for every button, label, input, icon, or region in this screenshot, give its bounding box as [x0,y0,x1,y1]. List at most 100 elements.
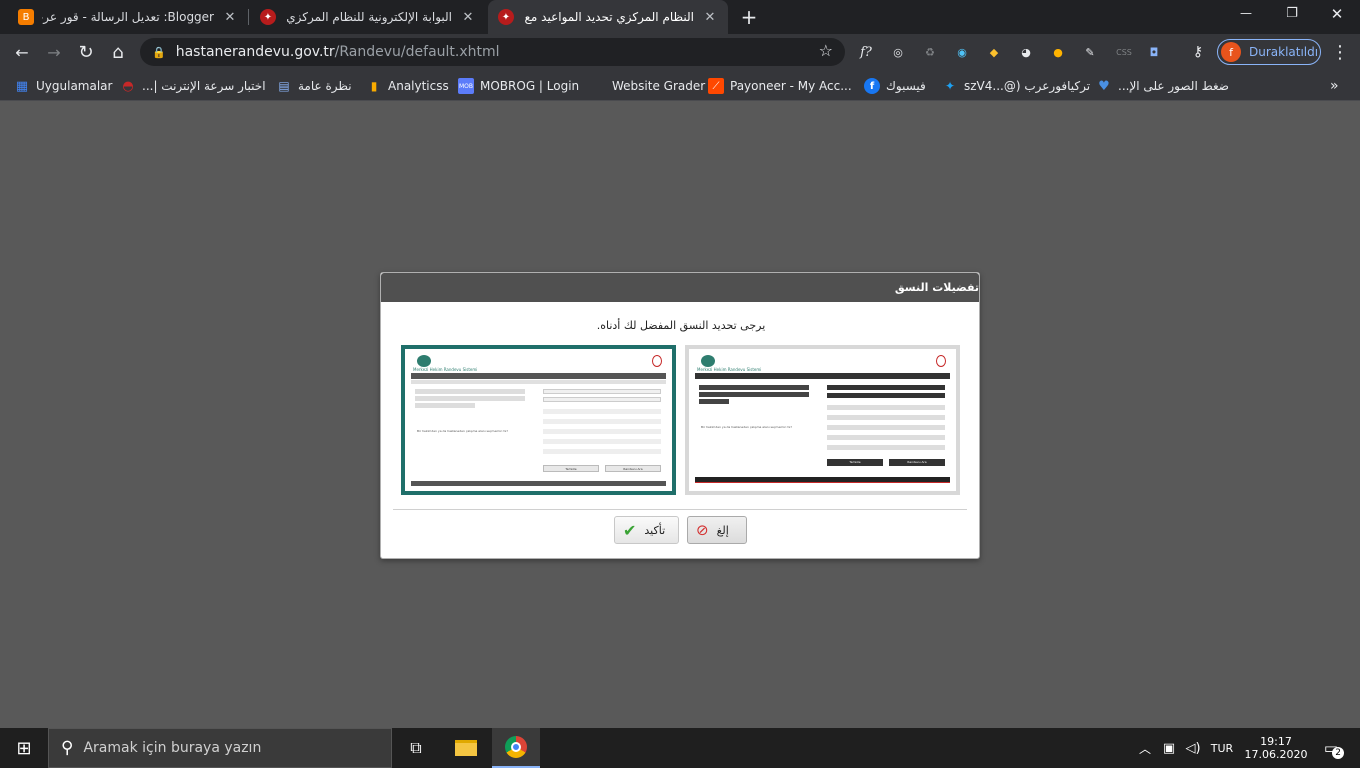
bookmark-analytics[interactable]: ▮ Analyticss [366,77,449,95]
field [699,392,809,397]
theme-system-name: Merkezi Hekim Randevu Sistemi [413,367,478,372]
theme-option-light[interactable]: Merkezi Hekim Randevu Sistemi Bir hekimd… [401,345,676,495]
chrome-icon[interactable] [492,728,540,768]
close-tab-icon[interactable]: ✕ [460,10,476,25]
clock-time: 19:17 [1260,735,1292,748]
clock[interactable]: 19:17 17.06.2020 [1240,728,1312,768]
theme-clear-button: Temizle [543,465,599,472]
bookmark-apps[interactable]: ▦ Uygulamalar [14,77,113,95]
bookmark-speedtest[interactable]: ◓ اختبار سرعة الإنترنت |... [120,77,266,95]
cancel-icon: ⊘ [696,521,709,539]
menu-icon[interactable]: ⋮ [1328,40,1352,64]
close-window-icon[interactable]: ✕ [1327,5,1347,23]
blogger-icon: B [18,9,34,25]
avatar: f [1221,42,1241,62]
bookmarks-more-icon[interactable]: » [1330,77,1339,95]
theme-preview: Merkezi Hekim Randevu Sistemi Bir hekimd… [689,349,956,491]
restore-icon[interactable]: ❐ [1282,6,1302,21]
forward-icon[interactable]: → [42,40,66,64]
theme-question: Bir hekimden ya da hastaneden çalışma al… [701,425,792,429]
bookmark-facebook[interactable]: f فيسبوك [864,77,926,95]
ministry-logo-icon: ✦ [260,9,276,25]
field [415,389,525,394]
bookmark-image-compress[interactable]: ♥ ضغط الصور على الإ... [1096,77,1229,95]
extension-target-icon[interactable]: ◉ [953,43,971,61]
address-bar[interactable]: 🔒 hastanerandevu.gov.tr/Randevu/default.… [140,38,845,66]
extension-recycle-icon[interactable]: ♻ [921,43,939,61]
ministry-logo-icon: ✦ [498,9,514,25]
tab-blogger[interactable]: B Blogger: تعديل الرسالة - قور عرب لـ ✕ [8,0,248,34]
bookmark-label: فيسبوك [886,79,926,93]
dialog-title: تفضيلات النسق [381,273,979,302]
select [827,393,945,398]
extension-circle-icon[interactable]: ◎ [889,43,907,61]
notification-center-icon[interactable]: ▭ 2 [1316,728,1352,768]
file-explorer-icon[interactable] [446,728,486,768]
mobrog-icon: MOB [458,78,474,94]
extension-pie-icon[interactable]: ◕ [1017,43,1035,61]
bookmark-label: Analyticss [388,79,449,93]
theme-search-button: Randevu Ara [605,465,661,472]
windows-start-icon[interactable]: ⊞ [0,728,48,768]
notification-count: 2 [1332,747,1345,759]
back-icon[interactable]: ← [10,40,34,64]
lock-icon[interactable]: 🔒 [152,46,166,59]
bookmark-overview[interactable]: ▤ نظرة عامة [276,77,352,95]
bookmark-mobrog[interactable]: MOB MOBROG | Login [458,77,579,95]
field [543,449,661,454]
ministry-logo-icon [936,355,946,367]
home-icon[interactable]: ⌂ [106,40,130,64]
bookmark-payoneer[interactable]: ⟋ Payoneer - My Acc... [708,77,852,95]
language-indicator[interactable]: TUR [1207,728,1237,768]
field [827,425,945,430]
minimize-icon[interactable]: — [1236,6,1256,20]
bookmark-label: اختبار سرعة الإنترنت |... [142,79,266,93]
field [415,396,525,401]
field [827,415,945,420]
facebook-icon: f [864,78,880,94]
field [699,385,809,390]
field [543,429,661,434]
extension-balloon-icon[interactable]: ● [1049,43,1067,61]
bookmark-label: ضغط الصور على الإ... [1118,79,1229,93]
field [543,419,661,424]
plus-icon[interactable]: + [738,6,760,28]
sub-bar [411,380,666,384]
bookmark-label: نظرة عامة [298,79,352,93]
tab-appointment-system[interactable]: ✦ النظام المركزي تحديد المواعيد مع الـ ✕ [488,0,728,34]
theme-clear-button: Temizle [827,459,883,466]
reload-icon[interactable]: ↻ [74,40,98,64]
tray-chevron-up-icon[interactable]: ︿ [1136,728,1154,768]
task-view-icon[interactable]: ⧉ [396,728,436,768]
clock-date: 17.06.2020 [1244,748,1308,761]
taskbar-search-input[interactable]: ⚲ Aramak için buraya yazın [48,728,392,768]
confirm-button[interactable]: ✔ تأكيد [614,516,679,544]
url-path: /Randevu/default.xhtml [334,44,500,60]
extension-pen-icon[interactable]: ✎ [1081,43,1099,61]
windows-taskbar: ⊞ ⚲ Aramak için buraya yazın ⧉ ︿ ▣ ◁) TU… [0,728,1360,768]
close-tab-icon[interactable]: ✕ [222,10,238,25]
volume-icon[interactable]: ◁) [1182,728,1204,768]
network-icon[interactable]: ▣ [1158,728,1180,768]
store-icon: ▤ [278,79,290,93]
extension-fquestion-icon[interactable]: f? [857,43,875,61]
cancel-button[interactable]: ⊘ إلغ [687,516,747,544]
extension-camera-icon[interactable]: ◘ [1145,43,1163,61]
extension-diamond-icon[interactable]: ◆ [985,43,1003,61]
star-icon[interactable]: ☆ [819,41,833,60]
field [415,403,475,408]
apps-grid-icon: ▦ [15,78,29,94]
footer-accent [695,482,950,483]
bookmark-label: Website Grader [612,79,706,93]
key-icon[interactable]: ⚷ [1189,43,1207,61]
close-tab-icon[interactable]: ✕ [702,10,718,25]
select [543,397,661,402]
tab-portal[interactable]: ✦ البوابة الإلكترونية للنظام المركزي لتح… [250,0,486,34]
theme-search-button: Randevu Ara [889,459,945,466]
bookmark-twitter[interactable]: ✦ تركيافورعرب (@...szV4 [942,77,1090,95]
profile-button[interactable]: f Duraklatıldı [1217,39,1321,65]
extension-css-icon[interactable]: CSS [1113,43,1135,61]
bookmark-website-grader[interactable]: Website Grader [590,77,705,95]
tab-separator [248,9,249,25]
theme-option-dark[interactable]: Merkezi Hekim Randevu Sistemi Bir hekimd… [685,345,960,495]
